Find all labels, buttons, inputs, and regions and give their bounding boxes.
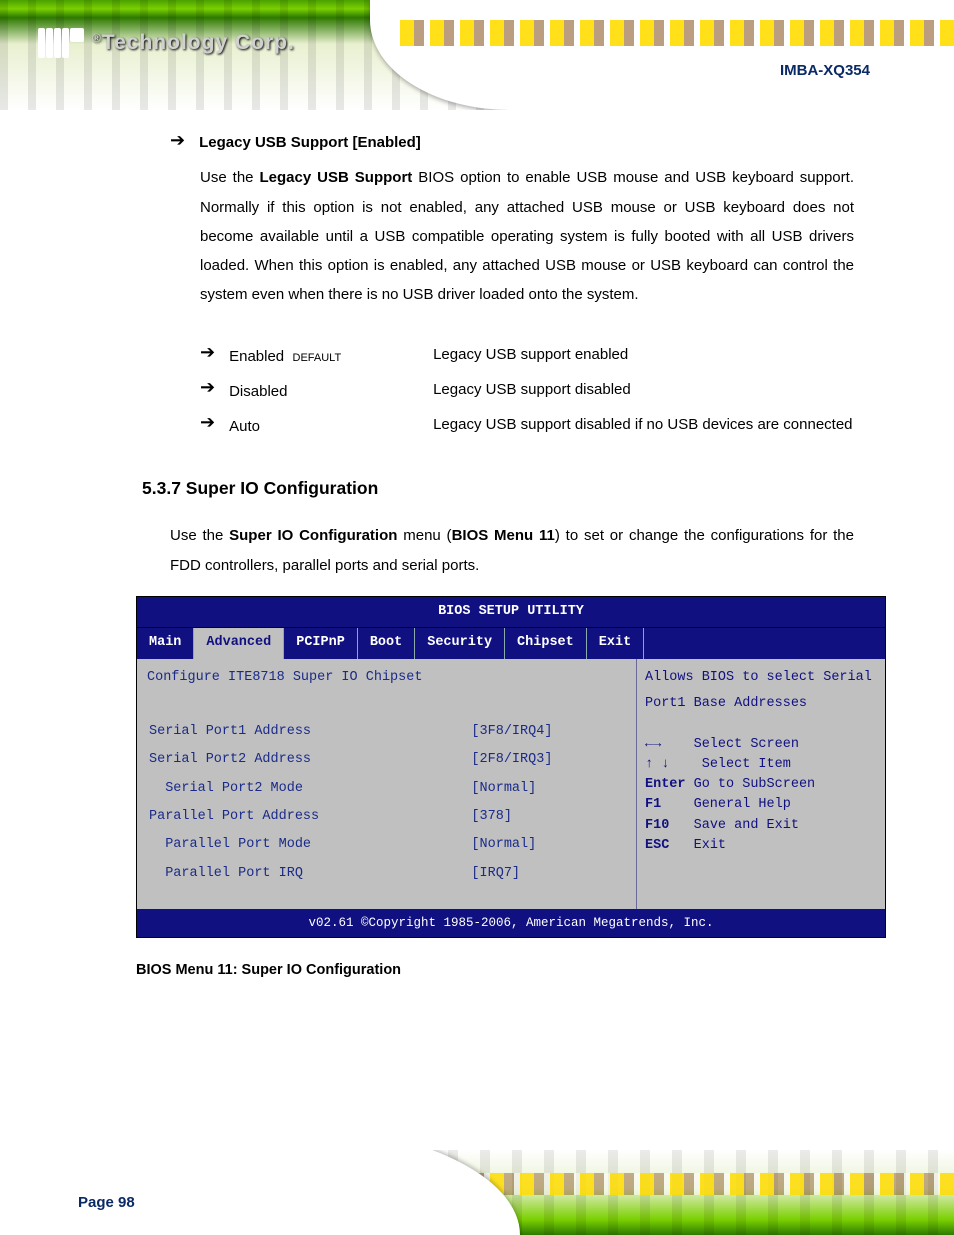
bios-tab-security[interactable]: Security <box>415 628 505 658</box>
page-content: ➔ Legacy USB Support [Enabled] Use the L… <box>0 110 954 984</box>
footer-curve <box>0 1150 520 1235</box>
option-description: Legacy USB support enabled <box>433 340 854 369</box>
bios-screenshot: BIOS SETUP UTILITY Main Advanced PCIPnP … <box>136 596 886 938</box>
page-header: ®Technology Corp. IMBA-XQ354 <box>0 0 954 110</box>
brand-logo: ®Technology Corp. <box>38 28 295 58</box>
bios-setting-row[interactable]: Parallel Port IRQ[IRQ7] <box>149 861 624 887</box>
arrow-right-icon: ➔ <box>170 128 185 153</box>
option-label: Disabled <box>229 375 419 406</box>
bios-tab-exit[interactable]: Exit <box>587 628 644 658</box>
option-heading-row: ➔ Legacy USB Support [Enabled] <box>170 128 854 157</box>
page-number: Page 98 <box>78 1194 135 1211</box>
bios-title-bar: BIOS SETUP UTILITY <box>137 597 885 628</box>
option-description: Legacy USB support disabled <box>433 375 854 404</box>
logo-text: ®Technology Corp. <box>92 31 295 55</box>
option-row-auto: ➔ Auto Legacy USB support disabled if no… <box>200 410 854 441</box>
header-accent-stripes <box>400 20 954 46</box>
bios-tab-main[interactable]: Main <box>137 628 194 658</box>
page-footer: Page 98 <box>0 1150 954 1235</box>
bios-tab-pcipnp[interactable]: PCIPnP <box>284 628 358 658</box>
figure-caption: BIOS Menu 11: Super IO Configuration <box>136 956 854 984</box>
bios-hint-text: Allows BIOS to select Serial Port1 Base … <box>645 665 877 735</box>
bios-setting-row[interactable]: Serial Port2 Mode[Normal] <box>149 776 624 802</box>
option-label: Auto <box>229 410 419 441</box>
bios-right-pane: Allows BIOS to select Serial Port1 Base … <box>637 659 885 909</box>
logo-mark-icon <box>38 28 84 58</box>
arrow-right-icon: ➔ <box>200 410 215 435</box>
section-heading: 5.3.7 Super IO Configuration <box>142 471 854 505</box>
header-curve <box>370 0 954 110</box>
option-heading: Legacy USB Support [Enabled] <box>199 128 421 157</box>
bios-tab-chipset[interactable]: Chipset <box>505 628 587 658</box>
bios-tab-boot[interactable]: Boot <box>358 628 415 658</box>
description-paragraph: Use the Legacy USB Support BIOS option t… <box>200 163 854 309</box>
bios-setting-row[interactable]: Serial Port1 Address[3F8/IRQ4] <box>149 719 624 745</box>
bios-footer-bar: v02.61 ©Copyright 1985-2006, American Me… <box>137 909 885 937</box>
bios-setting-row[interactable]: Parallel Port Address[378] <box>149 804 624 830</box>
option-row-enabled: ➔ Enabled DEFAULT Legacy USB support ena… <box>200 340 854 371</box>
section-intro-paragraph: Use the Super IO Configuration menu (BIO… <box>170 521 854 580</box>
bios-setting-row[interactable]: Parallel Port Mode[Normal] <box>149 832 624 858</box>
product-name: IMBA-XQ354 <box>780 62 870 79</box>
option-row-disabled: ➔ Disabled Legacy USB support disabled <box>200 375 854 406</box>
bios-key-legend: ←→ Select Screen ↑ ↓ Select Item Enter G… <box>645 735 877 857</box>
bios-setting-row[interactable]: Serial Port2 Address[2F8/IRQ3] <box>149 747 624 773</box>
bios-menu-bar: Main Advanced PCIPnP Boot Security Chips… <box>137 628 885 658</box>
bios-left-pane: Configure ITE8718 Super IO Chipset Seria… <box>137 659 637 909</box>
bios-body: Configure ITE8718 Super IO Chipset Seria… <box>137 659 885 909</box>
options-list: ➔ Enabled DEFAULT Legacy USB support ena… <box>200 340 854 442</box>
bios-tab-advanced[interactable]: Advanced <box>194 628 284 658</box>
option-description: Legacy USB support disabled if no USB de… <box>433 410 854 439</box>
bios-pane-heading: Configure ITE8718 Super IO Chipset <box>147 665 626 691</box>
bios-settings-table: Serial Port1 Address[3F8/IRQ4] Serial Po… <box>147 717 626 889</box>
arrow-right-icon: ➔ <box>200 340 215 365</box>
option-label: Enabled DEFAULT <box>229 340 419 371</box>
arrow-right-icon: ➔ <box>200 375 215 400</box>
